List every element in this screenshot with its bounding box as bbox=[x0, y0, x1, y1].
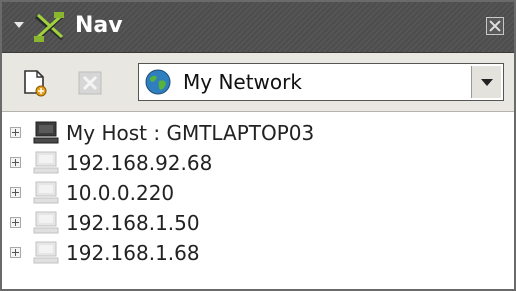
tree-item[interactable]: 192.168.1.68 bbox=[2, 238, 514, 268]
tree-item-label: 192.168.1.50 bbox=[66, 211, 200, 235]
tree-item[interactable]: 192.168.1.50 bbox=[2, 208, 514, 238]
network-select-value: My Network bbox=[183, 70, 302, 94]
tree-item-label: 192.168.1.68 bbox=[66, 241, 200, 265]
computer-disabled-icon bbox=[33, 211, 59, 234]
expand-icon[interactable] bbox=[10, 157, 21, 168]
tree-item-label: 10.0.0.220 bbox=[66, 181, 175, 205]
delete-icon[interactable] bbox=[78, 71, 102, 95]
network-select[interactable]: My Network bbox=[138, 63, 504, 101]
tree-item[interactable]: 10.0.0.220 bbox=[2, 178, 514, 208]
tree-item-host[interactable]: My Host : GMTLAPTOP03 bbox=[2, 118, 514, 148]
close-panel-button[interactable] bbox=[486, 17, 504, 35]
chevron-down-icon[interactable] bbox=[471, 66, 501, 98]
expand-icon[interactable] bbox=[10, 127, 21, 138]
computer-disabled-icon bbox=[33, 151, 59, 174]
expand-icon[interactable] bbox=[10, 247, 21, 258]
new-document-icon[interactable] bbox=[22, 69, 48, 97]
computer-disabled-icon bbox=[33, 181, 59, 204]
expand-icon[interactable] bbox=[10, 187, 21, 198]
nav-icon bbox=[34, 12, 64, 42]
panel-title: Nav bbox=[75, 13, 123, 38]
nav-panel: Nav My Network My Host: GMTLAPTOP03 192… bbox=[0, 0, 516, 291]
panel-titlebar: Nav bbox=[2, 2, 514, 53]
tree-item-label: 192.168.92.68 bbox=[66, 151, 213, 175]
nav-toolbar: My Network bbox=[2, 53, 514, 112]
tree-item-label: My Host : GMTLAPTOP03 bbox=[66, 121, 315, 145]
computer-icon bbox=[33, 121, 59, 144]
tree-item[interactable]: 192.168.92.68 bbox=[2, 148, 514, 178]
globe-icon bbox=[145, 69, 171, 95]
computer-disabled-icon bbox=[33, 241, 59, 264]
expand-icon[interactable] bbox=[10, 217, 21, 228]
collapse-arrow-icon[interactable] bbox=[14, 22, 24, 28]
